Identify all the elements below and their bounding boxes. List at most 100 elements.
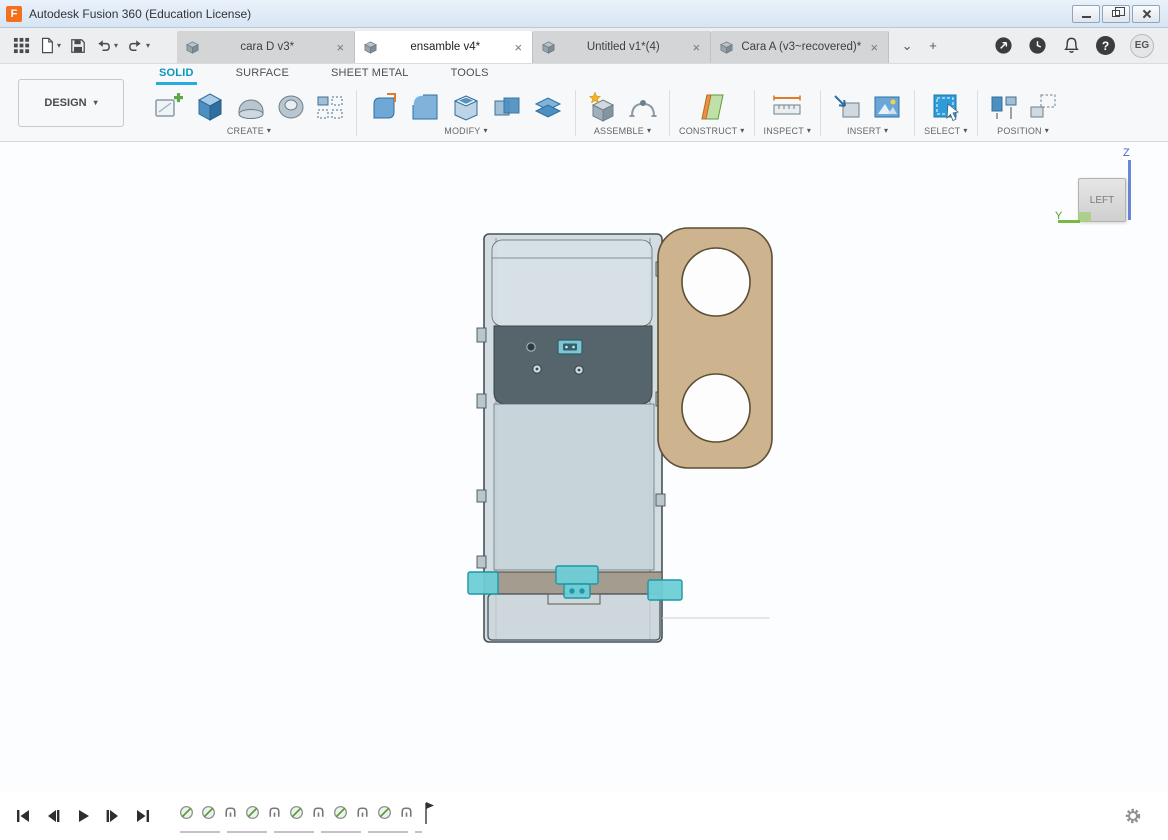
- doc-tab-ensamble[interactable]: ensamble v4* ×: [355, 31, 533, 63]
- timeline-feature-joint[interactable]: [266, 804, 283, 821]
- viewport[interactable]: Z LEFT Y: [0, 142, 1168, 792]
- revert-position-button[interactable]: [1026, 90, 1060, 124]
- version-history-button[interactable]: [1028, 36, 1047, 55]
- doc-tab-untitled[interactable]: Untitled v1*(4) ×: [533, 31, 711, 63]
- tab-close-icon[interactable]: ×: [690, 40, 702, 55]
- model-bracket[interactable]: [658, 228, 772, 468]
- fusion-logo-icon: F: [6, 6, 22, 22]
- document-tabs: cara D v3* × ensamble v4* × Untitled v1*…: [177, 28, 889, 63]
- undo-caret-icon: ▾: [114, 42, 118, 50]
- split-body-icon: [531, 91, 565, 123]
- create-sketch-button[interactable]: [151, 90, 187, 124]
- close-button[interactable]: [1132, 5, 1160, 23]
- combine-button[interactable]: [489, 90, 525, 124]
- model-viewport[interactable]: [0, 142, 1168, 792]
- timeline-feature-joint[interactable]: [354, 804, 371, 821]
- timeline-feature-sketch[interactable]: [332, 804, 349, 821]
- doc-tab-label: cara D v3*: [206, 41, 328, 53]
- group-label-text: INSPECT: [764, 126, 804, 136]
- apps-grid-button[interactable]: [10, 34, 33, 57]
- minimize-icon: [1082, 16, 1091, 18]
- position-dropdown[interactable]: POSITION▾: [997, 126, 1049, 138]
- measure-button[interactable]: [769, 90, 805, 124]
- account-toolbar: ? EG: [994, 28, 1168, 63]
- group-label-text: MODIFY: [444, 126, 480, 136]
- new-document-button[interactable]: +: [921, 38, 945, 53]
- connector-port: [558, 340, 582, 354]
- timeline-feature-joint[interactable]: [310, 804, 327, 821]
- hole-button[interactable]: [274, 90, 308, 124]
- view-cube[interactable]: Z LEFT Y: [1060, 156, 1150, 240]
- new-component-button[interactable]: [585, 90, 621, 124]
- tab-close-icon[interactable]: ×: [334, 40, 346, 55]
- workspace-selector[interactable]: DESIGN ▾: [18, 79, 124, 127]
- undo-button[interactable]: ▾: [92, 34, 121, 57]
- file-menu-button[interactable]: ▾: [36, 34, 64, 57]
- tab-solid[interactable]: SOLID: [156, 67, 197, 85]
- document-cube-icon: [363, 40, 378, 55]
- timeline-feature-joint[interactable]: [222, 804, 239, 821]
- go-to-start-button[interactable]: [12, 805, 34, 827]
- joint-feature-icon: [398, 804, 415, 821]
- select-dropdown[interactable]: SELECT▾: [924, 126, 967, 138]
- fillet-button[interactable]: [407, 90, 443, 124]
- go-to-end-button[interactable]: [132, 805, 154, 827]
- timeline-feature-sketch[interactable]: [178, 804, 195, 821]
- construction-plane-button[interactable]: [694, 90, 730, 124]
- workspace-caret-icon: ▾: [94, 99, 98, 107]
- sketch-feature-icon: [178, 804, 195, 821]
- title-bar: F Autodesk Fusion 360 (Education License…: [0, 0, 1168, 28]
- step-back-button[interactable]: [42, 805, 64, 827]
- notifications-button[interactable]: [1062, 36, 1081, 55]
- insert-dropdown[interactable]: INSERT▾: [847, 126, 888, 138]
- tab-surface[interactable]: SURFACE: [233, 67, 292, 85]
- timeline-feature-sketch[interactable]: [200, 804, 217, 821]
- split-body-button[interactable]: [530, 90, 566, 124]
- capture-position-button[interactable]: [987, 90, 1021, 124]
- construct-dropdown[interactable]: CONSTRUCT▾: [679, 126, 745, 138]
- window-title: Autodesk Fusion 360 (Education License): [29, 7, 251, 21]
- sketch-feature-icon: [332, 804, 349, 821]
- timeline-feature-sketch[interactable]: [376, 804, 393, 821]
- inspect-dropdown[interactable]: INSPECT▾: [764, 126, 812, 138]
- doc-tab-cara-a[interactable]: Cara A (v3~recovered)* ×: [711, 31, 889, 63]
- press-pull-button[interactable]: [366, 90, 402, 124]
- revolve-button[interactable]: [233, 90, 269, 124]
- group-label-text: ASSEMBLE: [594, 126, 644, 136]
- document-cube-icon: [541, 40, 556, 55]
- save-button[interactable]: [67, 35, 89, 57]
- tab-sheet-metal[interactable]: SHEET METAL: [328, 67, 412, 85]
- restore-button[interactable]: [1102, 5, 1130, 23]
- extensions-button[interactable]: [994, 36, 1013, 55]
- modify-dropdown[interactable]: MODIFY▾: [444, 126, 487, 138]
- file-caret-icon: ▾: [57, 42, 61, 50]
- insert-derive-button[interactable]: [830, 90, 864, 124]
- select-button[interactable]: [928, 90, 964, 124]
- document-bar: ▾ ▾ ▾ cara D v3* × ensamble v4*: [0, 28, 1168, 64]
- avatar[interactable]: EG: [1130, 34, 1154, 58]
- timeline-feature-sketch[interactable]: [288, 804, 305, 821]
- minimize-button[interactable]: [1072, 5, 1100, 23]
- tab-tools[interactable]: TOOLS: [448, 67, 492, 85]
- pattern-button[interactable]: [313, 90, 347, 124]
- go-to-end-icon: [134, 807, 152, 825]
- tab-overflow-button[interactable]: ⌄: [895, 38, 919, 54]
- play-button[interactable]: [72, 805, 94, 827]
- assemble-dropdown[interactable]: ASSEMBLE▾: [594, 126, 651, 138]
- doc-tab-cara-d[interactable]: cara D v3* ×: [177, 31, 355, 63]
- redo-button[interactable]: ▾: [124, 34, 153, 57]
- shell-button[interactable]: [448, 90, 484, 124]
- timeline-position-marker[interactable]: [423, 800, 435, 826]
- timeline-feature-joint[interactable]: [398, 804, 415, 821]
- joint-button[interactable]: [626, 90, 660, 124]
- timeline-settings-button[interactable]: [1124, 807, 1142, 825]
- extrude-button[interactable]: [192, 90, 228, 124]
- create-dropdown[interactable]: CREATE▾: [227, 126, 271, 138]
- timeline-feature-sketch[interactable]: [244, 804, 261, 821]
- help-button[interactable]: ?: [1096, 36, 1115, 55]
- clock-icon: [1028, 36, 1047, 55]
- canvas-button[interactable]: [869, 90, 905, 124]
- step-forward-button[interactable]: [102, 805, 124, 827]
- tab-close-icon[interactable]: ×: [512, 40, 524, 55]
- tab-close-icon[interactable]: ×: [868, 40, 880, 55]
